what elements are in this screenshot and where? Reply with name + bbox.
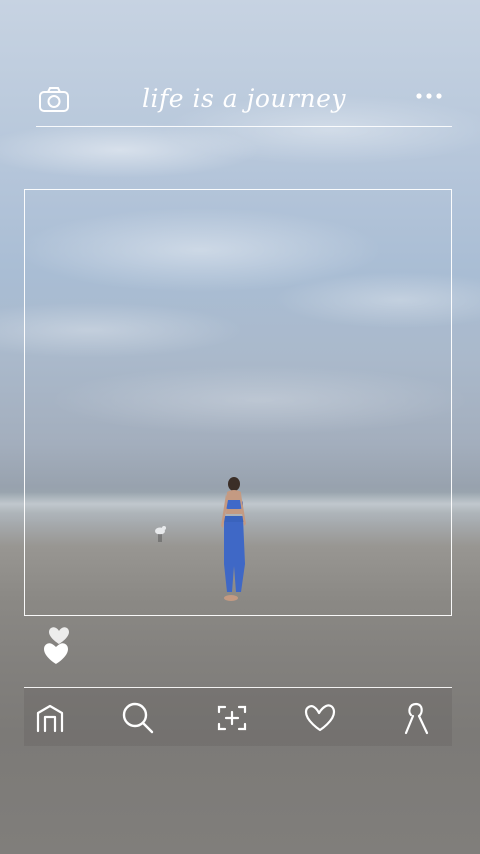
bottom-navigation bbox=[24, 687, 452, 746]
heart-icon[interactable] bbox=[300, 698, 340, 738]
page-title: life is a journey bbox=[142, 84, 346, 113]
add-post-icon[interactable] bbox=[212, 698, 252, 738]
top-bar: life is a journey bbox=[36, 76, 452, 127]
home-icon[interactable] bbox=[30, 698, 70, 738]
seagull bbox=[152, 524, 168, 544]
person-figure bbox=[212, 474, 252, 604]
more-dots-icon[interactable] bbox=[416, 92, 442, 100]
liked-hearts-icon[interactable] bbox=[40, 626, 78, 668]
search-icon[interactable] bbox=[118, 698, 158, 738]
profile-icon[interactable] bbox=[396, 698, 436, 738]
